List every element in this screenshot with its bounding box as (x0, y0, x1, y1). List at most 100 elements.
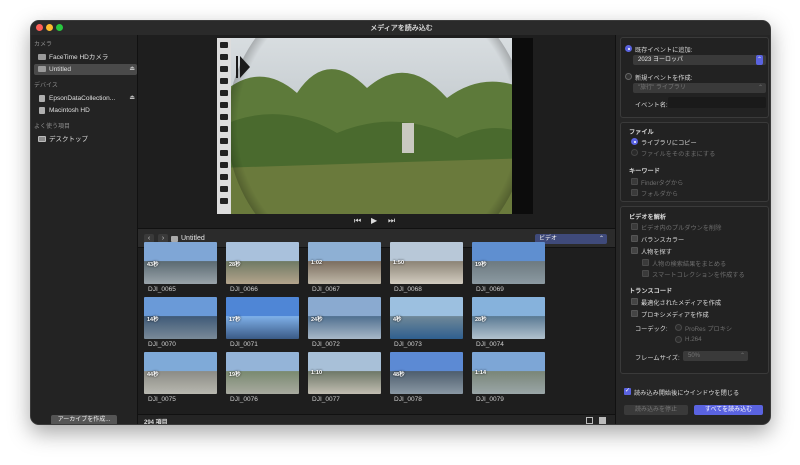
video-preview[interactable] (217, 38, 533, 214)
sidebar-item-untitled[interactable]: Untitled ⏏ (34, 64, 137, 75)
codec-prores-radio[interactable] (675, 324, 682, 331)
finder-tags-checkbox[interactable] (631, 178, 638, 185)
sidebar-item-epson[interactable]: EpsonDataCollection... ⏏ (34, 93, 137, 104)
optimized-media-checkbox[interactable] (631, 298, 638, 305)
clip-duration: 1:02 (311, 260, 323, 266)
sidebar-item-label: デスクトップ (49, 136, 88, 143)
sidebar-item-label: EpsonDataCollection... (49, 95, 116, 102)
list-view-icon[interactable] (586, 417, 593, 424)
favorites-section-heading: よく使う項目 (34, 124, 71, 130)
play-button[interactable]: ▶ (371, 216, 377, 225)
clip-duration: 1:50 (393, 260, 405, 266)
clip-thumbnail[interactable]: 19秒 (472, 242, 545, 284)
camera-icon (38, 54, 46, 60)
play-overlay-icon (236, 56, 250, 78)
from-folders-checkbox[interactable] (631, 189, 638, 196)
remove-pulldown-checkbox[interactable] (631, 223, 638, 230)
optimized-media-label: 最適化されたメディアを作成 (641, 300, 722, 307)
library-select[interactable]: "旅行" ライブラリ ⌃ (633, 83, 766, 93)
stop-import-button[interactable]: 読み込みを停止 (624, 405, 688, 415)
smart-collections-label: スマートコレクションを作成する (652, 272, 745, 279)
proxy-media-label: プロキシメディアを作成 (641, 312, 709, 319)
sidebar-item-macintosh-hd[interactable]: Macintosh HD (34, 105, 137, 116)
codec-h264-radio[interactable] (675, 336, 682, 343)
clip-duration: 44秒 (147, 372, 159, 378)
filmstrip-view-icon[interactable] (599, 417, 606, 424)
film-hole (220, 114, 228, 120)
clip-thumbnail[interactable]: 1:02 (308, 242, 381, 284)
file-section-heading: ファイル (629, 129, 654, 136)
copy-to-library-radio[interactable] (631, 138, 638, 145)
sidebar-item-label: Macintosh HD (49, 107, 90, 114)
device-section-heading: デバイス (34, 83, 58, 89)
clip-name: DJI_0079 (476, 396, 504, 403)
import-all-button[interactable]: すべてを読み込む (694, 405, 763, 415)
clip-duration: 28秒 (475, 317, 487, 323)
desktop-icon (38, 136, 46, 142)
clip-thumbnail[interactable]: 28秒 (226, 242, 299, 284)
film-hole (220, 42, 228, 48)
playback-controls: ⏮ ▶ ⏭ (138, 214, 615, 228)
close-after-import-checkbox[interactable] (624, 387, 631, 395)
balance-color-checkbox[interactable] (631, 235, 638, 242)
filmstrip (217, 38, 231, 214)
sidebar-item-label: FaceTime HDカメラ (49, 54, 109, 61)
clip-thumbnail[interactable]: 1:10 (308, 352, 381, 394)
frame-size-select[interactable]: 50% ⌃ (683, 351, 748, 361)
find-people-checkbox[interactable] (631, 247, 638, 254)
add-existing-label: 既存イベントに追加: (635, 47, 693, 54)
clip-thumbnail[interactable]: 4秒 (390, 297, 463, 339)
codec-label: コーデック: (635, 326, 668, 333)
leave-in-place-radio[interactable] (631, 149, 638, 156)
clip-duration: 17秒 (229, 317, 241, 323)
chevron-updown-icon: ⌃ (755, 55, 763, 65)
clip-name: DJI_0076 (230, 396, 258, 403)
clip-duration: 1:14 (475, 370, 487, 376)
clip-thumbnail[interactable]: 24秒 (308, 297, 381, 339)
import-options-panel: 既存イベントに追加: 2023 ヨーロッパ ⌃ 新規イベントを作成: "旅行" … (615, 35, 770, 424)
consolidate-checkbox[interactable] (642, 259, 649, 266)
clip-thumbnail[interactable]: 28秒 (472, 297, 545, 339)
frame-size-value: 50% (688, 353, 701, 359)
clip-thumbnail[interactable]: 43秒 (144, 242, 217, 284)
clip-name: DJI_0065 (148, 286, 176, 293)
clip-name: DJI_0067 (312, 286, 340, 293)
film-hole (220, 90, 228, 96)
create-archive-button[interactable]: アーカイブを作成... (51, 415, 117, 424)
film-hole (220, 138, 228, 144)
clip-thumbnail[interactable]: 17秒 (226, 297, 299, 339)
sidebar-item-desktop[interactable]: デスクトップ (34, 134, 137, 145)
clip-name: DJI_0078 (394, 396, 422, 403)
clip-thumbnail[interactable]: 44秒 (144, 352, 217, 394)
film-hole (220, 126, 228, 132)
smart-collections-checkbox[interactable] (642, 270, 649, 277)
find-people-label: 人物を探す (641, 249, 672, 256)
previous-clip-button[interactable]: ⏮ (354, 216, 361, 226)
clip-thumbnail[interactable]: 1:14 (472, 352, 545, 394)
camera-icon (38, 66, 46, 72)
clip-thumbnail[interactable]: 1:50 (390, 242, 463, 284)
add-existing-radio[interactable] (625, 45, 632, 52)
film-hole (220, 162, 228, 168)
existing-event-select[interactable]: 2023 ヨーロッパ ⌃ (633, 55, 766, 65)
film-hole (220, 198, 228, 204)
film-hole (220, 174, 228, 180)
clip-thumbnail[interactable]: 48秒 (390, 352, 463, 394)
frame-size-label: フレームサイズ: (635, 355, 680, 362)
clip-thumbnail[interactable]: 19秒 (226, 352, 299, 394)
eject-icon[interactable]: ⏏ (129, 93, 135, 104)
balance-color-label: バランスカラー (641, 237, 685, 244)
next-clip-button[interactable]: ⏭ (388, 216, 395, 226)
clip-name: DJI_0069 (476, 286, 504, 293)
clip-thumbnail[interactable]: 14秒 (144, 297, 217, 339)
eject-icon[interactable]: ⏏ (129, 64, 135, 75)
clip-type-select[interactable]: ビデオ ⌃ (535, 234, 607, 244)
chevron-updown-icon: ⌃ (598, 236, 604, 242)
clip-duration: 43秒 (147, 262, 159, 268)
proxy-media-checkbox[interactable] (631, 310, 638, 317)
create-new-radio[interactable] (625, 73, 632, 80)
existing-event-value: 2023 ヨーロッパ (638, 57, 684, 63)
event-name-field[interactable] (668, 97, 766, 108)
sidebar-item-facetime-camera[interactable]: FaceTime HDカメラ (34, 52, 137, 63)
transcode-section-heading: トランスコード (629, 288, 673, 295)
